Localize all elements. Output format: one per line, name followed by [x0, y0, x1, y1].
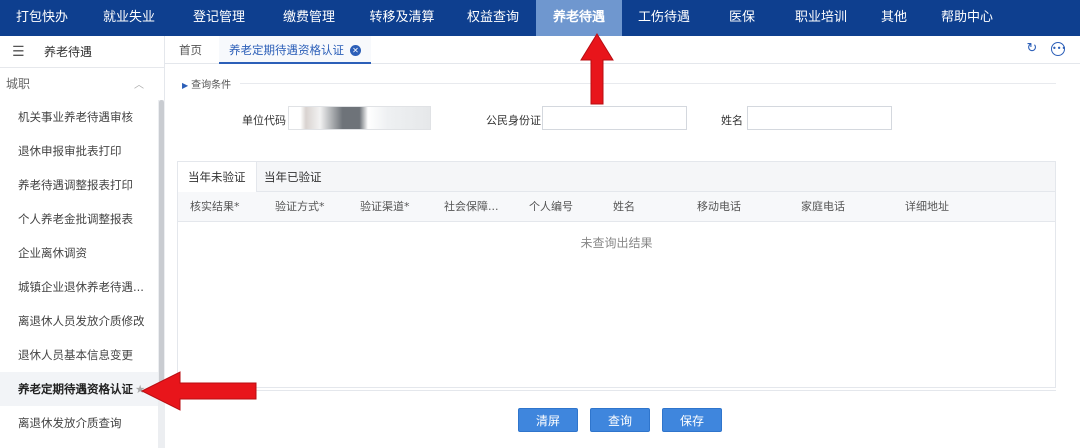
- nav-item-package[interactable]: 打包快办: [0, 0, 84, 36]
- scrollbar-thumb[interactable]: [159, 100, 164, 400]
- sidebar-item[interactable]: 机关事业养老待遇审核: [0, 100, 158, 134]
- table-header: 核实结果* 验证方式* 验证渠道* 社会保障... 个人编号 姓名 移动电话 家…: [178, 192, 1055, 222]
- tab-label: 养老定期待遇资格认证: [229, 43, 344, 57]
- sidebar-group[interactable]: 城职 ︿: [0, 68, 164, 98]
- sidebar-item[interactable]: 企业离休调资: [0, 236, 158, 270]
- sidebar-item[interactable]: 退休申报审批表打印: [0, 134, 158, 168]
- nav-item-medical[interactable]: 医保: [706, 0, 778, 36]
- refresh-icon[interactable]: ↻: [1025, 42, 1039, 56]
- red-arrow-up-icon: [580, 33, 614, 105]
- query-button[interactable]: 查询: [590, 408, 650, 432]
- id-card-field[interactable]: [542, 106, 687, 130]
- nav-item-employment[interactable]: 就业失业: [84, 0, 174, 36]
- result-panel: 当年未验证 当年已验证 核实结果* 验证方式* 验证渠道* 社会保障... 个人…: [177, 161, 1056, 388]
- sidebar-item[interactable]: 退休人员基本信息变更: [0, 338, 158, 372]
- sidebar-item[interactable]: 离退休人员发放介质修改: [0, 304, 158, 338]
- save-button[interactable]: 保存: [662, 408, 722, 432]
- more-icon[interactable]: •••: [1051, 42, 1066, 56]
- query-section-title: ▶ 查询条件: [182, 76, 231, 91]
- id-card-label: 公民身份证: [486, 114, 541, 127]
- chevron-up-icon: ︿: [134, 79, 144, 91]
- tab-pension-certification[interactable]: 养老定期待遇资格认证 ✕: [219, 36, 371, 64]
- name-label: 姓名: [721, 114, 743, 127]
- red-arrow-left-icon: [140, 371, 257, 411]
- sidebar-group-label: 城职: [6, 76, 31, 91]
- column-header[interactable]: 个人编号: [529, 192, 573, 222]
- top-nav: 打包快办 就业失业 登记管理 缴费管理 转移及清算 权益查询 养老待遇 工伤待遇…: [0, 0, 1080, 36]
- sidebar-item[interactable]: 个人养老金批调整报表: [0, 202, 158, 236]
- menu-list-icon[interactable]: ☰: [12, 44, 26, 60]
- nav-item-payment[interactable]: 缴费管理: [264, 0, 354, 36]
- nav-item-rights-query[interactable]: 权益查询: [450, 0, 536, 36]
- sidebar-item-label: 养老定期待遇资格认证: [18, 382, 133, 396]
- tab-verified[interactable]: 当年已验证: [254, 162, 332, 192]
- column-header[interactable]: 社会保障...: [444, 192, 499, 222]
- tab-unverified[interactable]: 当年未验证: [178, 162, 257, 192]
- column-header[interactable]: 验证方式*: [275, 192, 325, 222]
- unit-code-label: 单位代码: [242, 114, 286, 127]
- divider: [240, 83, 1056, 84]
- nav-item-help[interactable]: 帮助中心: [924, 0, 1010, 36]
- sidebar-list: 机关事业养老待遇审核 退休申报审批表打印 养老待遇调整报表打印 个人养老金批调整…: [0, 100, 158, 440]
- divider: [177, 390, 1056, 391]
- column-header[interactable]: 核实结果*: [190, 192, 240, 222]
- nav-item-transfer[interactable]: 转移及清算: [354, 0, 450, 36]
- tab-home[interactable]: 首页: [179, 36, 202, 64]
- column-header[interactable]: 移动电话: [697, 192, 741, 222]
- caret-right-icon: ▶: [182, 81, 189, 90]
- empty-message: 未查询出结果: [580, 236, 653, 250]
- clear-button[interactable]: 清屏: [518, 408, 578, 432]
- column-header[interactable]: 姓名: [613, 192, 635, 222]
- sidebar-item[interactable]: 养老待遇调整报表打印: [0, 168, 158, 202]
- tab-bar: 首页 养老定期待遇资格认证 ✕ ↻ •••: [165, 36, 1080, 64]
- unit-code-field[interactable]: [288, 106, 431, 130]
- nav-item-pension[interactable]: 养老待遇: [536, 0, 622, 36]
- close-icon[interactable]: ✕: [350, 45, 361, 56]
- column-header[interactable]: 家庭电话: [801, 192, 845, 222]
- nav-item-training[interactable]: 职业培训: [778, 0, 864, 36]
- column-header[interactable]: 详细地址: [905, 192, 949, 222]
- result-tabs: 当年未验证 当年已验证: [178, 162, 1055, 192]
- name-field[interactable]: [747, 106, 892, 130]
- sidebar-item[interactable]: 离退休发放介质查询: [0, 406, 158, 440]
- nav-item-injury[interactable]: 工伤待遇: [622, 0, 706, 36]
- sidebar-header: ☰ 养老待遇: [0, 36, 164, 68]
- nav-item-other[interactable]: 其他: [864, 0, 924, 36]
- sidebar-item[interactable]: 城镇企业退休养老待遇...: [0, 270, 158, 304]
- query-title-label: 查询条件: [191, 80, 232, 91]
- sidebar-title: 养老待遇: [44, 45, 93, 59]
- sidebar-item-active[interactable]: 养老定期待遇资格认证 ★: [0, 372, 158, 406]
- nav-item-registration[interactable]: 登记管理: [174, 0, 264, 36]
- column-header[interactable]: 验证渠道*: [360, 192, 410, 222]
